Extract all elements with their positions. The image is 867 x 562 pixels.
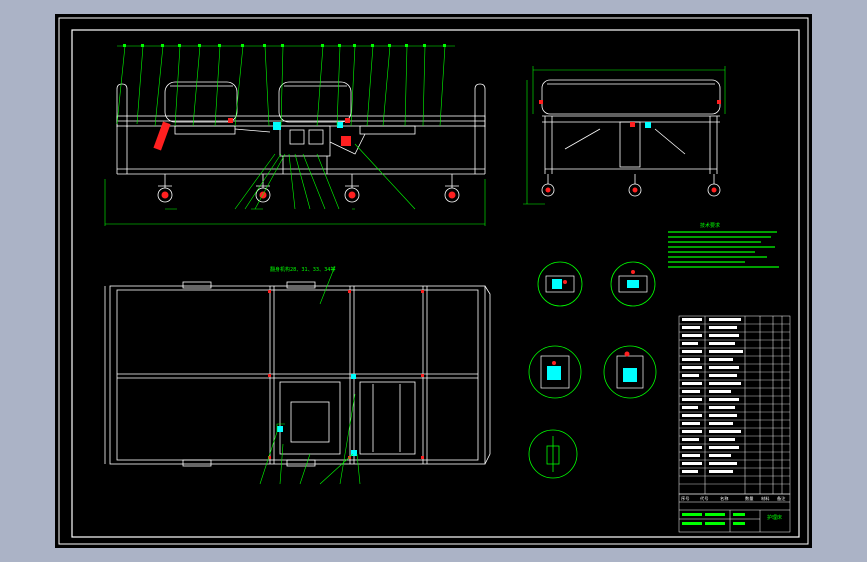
header-code: 代号 xyxy=(700,495,708,502)
detail-view-c xyxy=(528,345,582,399)
side-elevation-dimensions xyxy=(523,66,726,205)
cad-drawing: 技术要求 翻身机构28、31、33、34等 序号 代号 名称 数量 材料 备注 … xyxy=(58,17,809,545)
detail-view-b xyxy=(610,261,656,307)
detail-view-e xyxy=(528,429,578,479)
plan-view xyxy=(104,281,491,467)
technical-requirements-title: 技术要求 xyxy=(700,222,720,229)
plan-view-leaders xyxy=(259,265,361,485)
detail-views xyxy=(528,261,657,479)
side-elevation-cyan-parts xyxy=(645,122,651,128)
outer-border xyxy=(58,17,809,545)
header-remarks: 备注 xyxy=(777,495,786,502)
front-elevation-view xyxy=(116,81,486,203)
plan-view-cyan-parts xyxy=(277,374,357,456)
technical-requirements: 技术要求 xyxy=(668,222,779,268)
detail-view-a xyxy=(537,261,583,307)
inner-border xyxy=(71,29,800,538)
header-qty: 数量 xyxy=(745,495,753,502)
plan-view-note: 翻身机构28、31、33、34等 xyxy=(270,266,335,273)
drawing-sheet: 技术要求 翻身机构28、31、33、34等 序号 代号 名称 数量 材料 备注 … xyxy=(55,14,812,548)
drawing-name: 护理床 xyxy=(767,514,782,521)
parts-list-entries xyxy=(682,318,743,473)
front-elevation-balloons xyxy=(123,44,446,47)
header-name: 名称 xyxy=(720,495,728,502)
side-elevation-view xyxy=(541,79,721,197)
header-index: 序号 xyxy=(681,495,689,502)
detail-view-d xyxy=(603,345,657,399)
title-block-headers: 序号 代号 名称 数量 材料 备注 xyxy=(681,495,786,502)
header-material: 材料 xyxy=(761,495,770,502)
parts-list-rows xyxy=(679,323,790,485)
